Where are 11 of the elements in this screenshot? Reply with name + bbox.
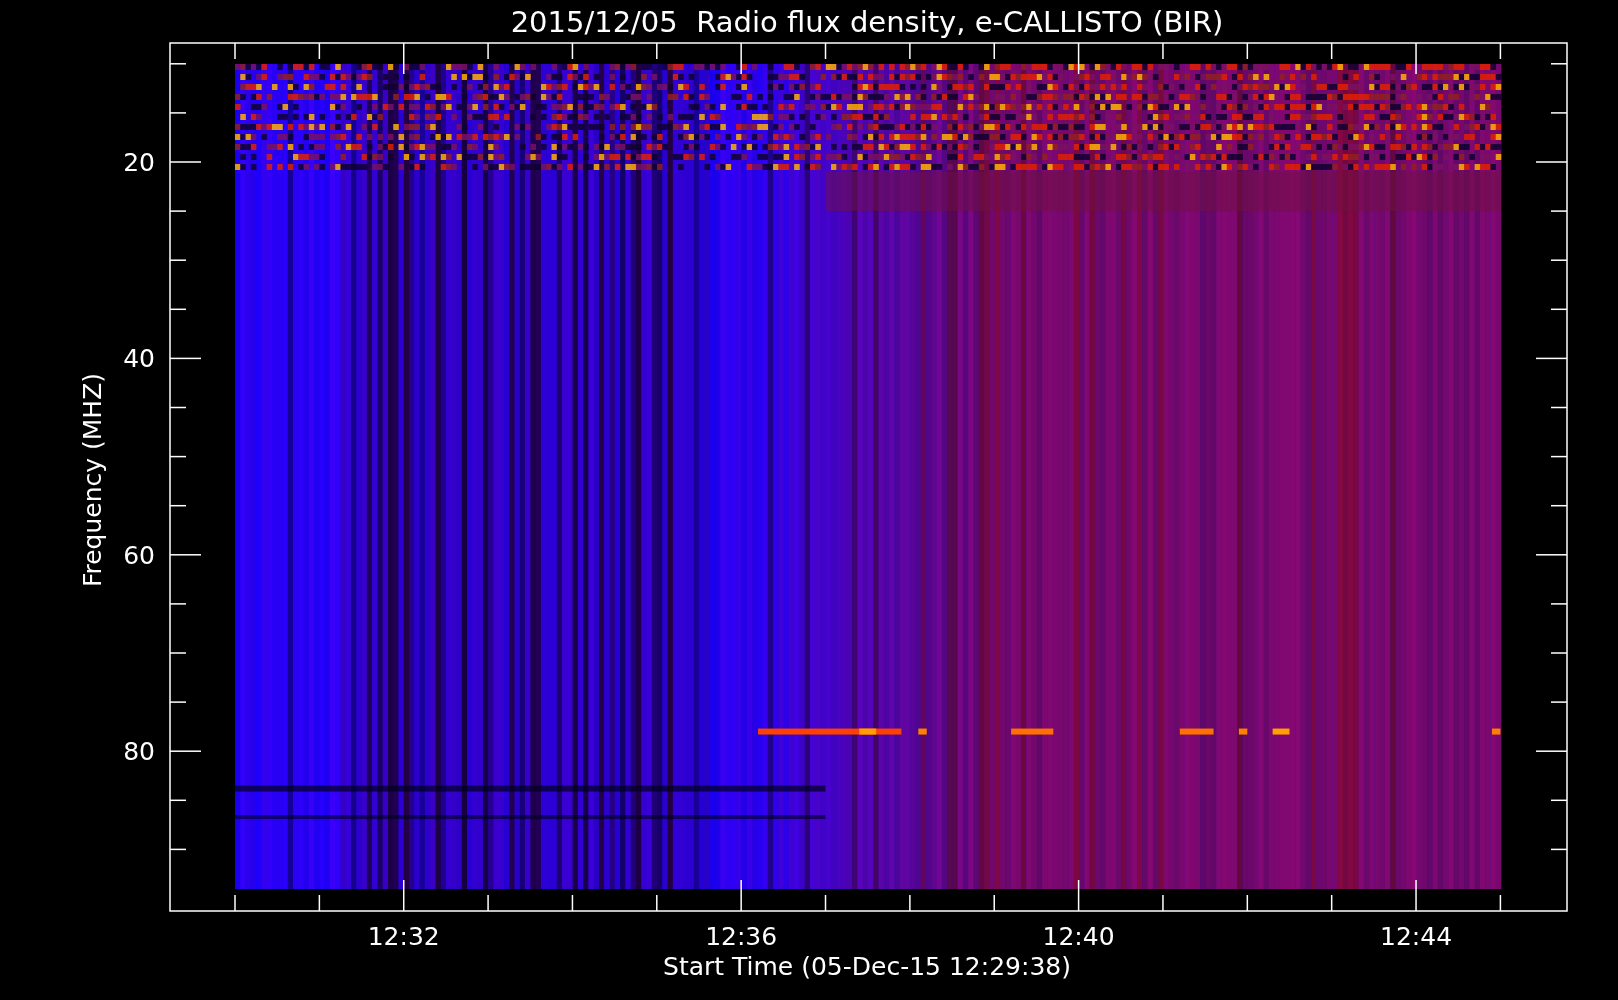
tick-label: 12:36 [705,922,778,951]
chart-title: 2015/12/05 Radio flux density, e-CALLISTO (BIR) [510,5,1224,39]
axis-label: Start Time (05-Dec-15 12:29:38) [663,952,1071,981]
tick-label: 40 [123,344,155,374]
tick-label: 12:32 [367,922,440,951]
tick-label: 60 [123,540,155,570]
tick-label: 80 [123,737,155,767]
tick-label: 20 [123,148,155,177]
axis-label: Frequency (MHZ) [78,372,107,588]
tick-label: 12:44 [1380,922,1453,951]
tick-label: 12:40 [1042,922,1115,951]
